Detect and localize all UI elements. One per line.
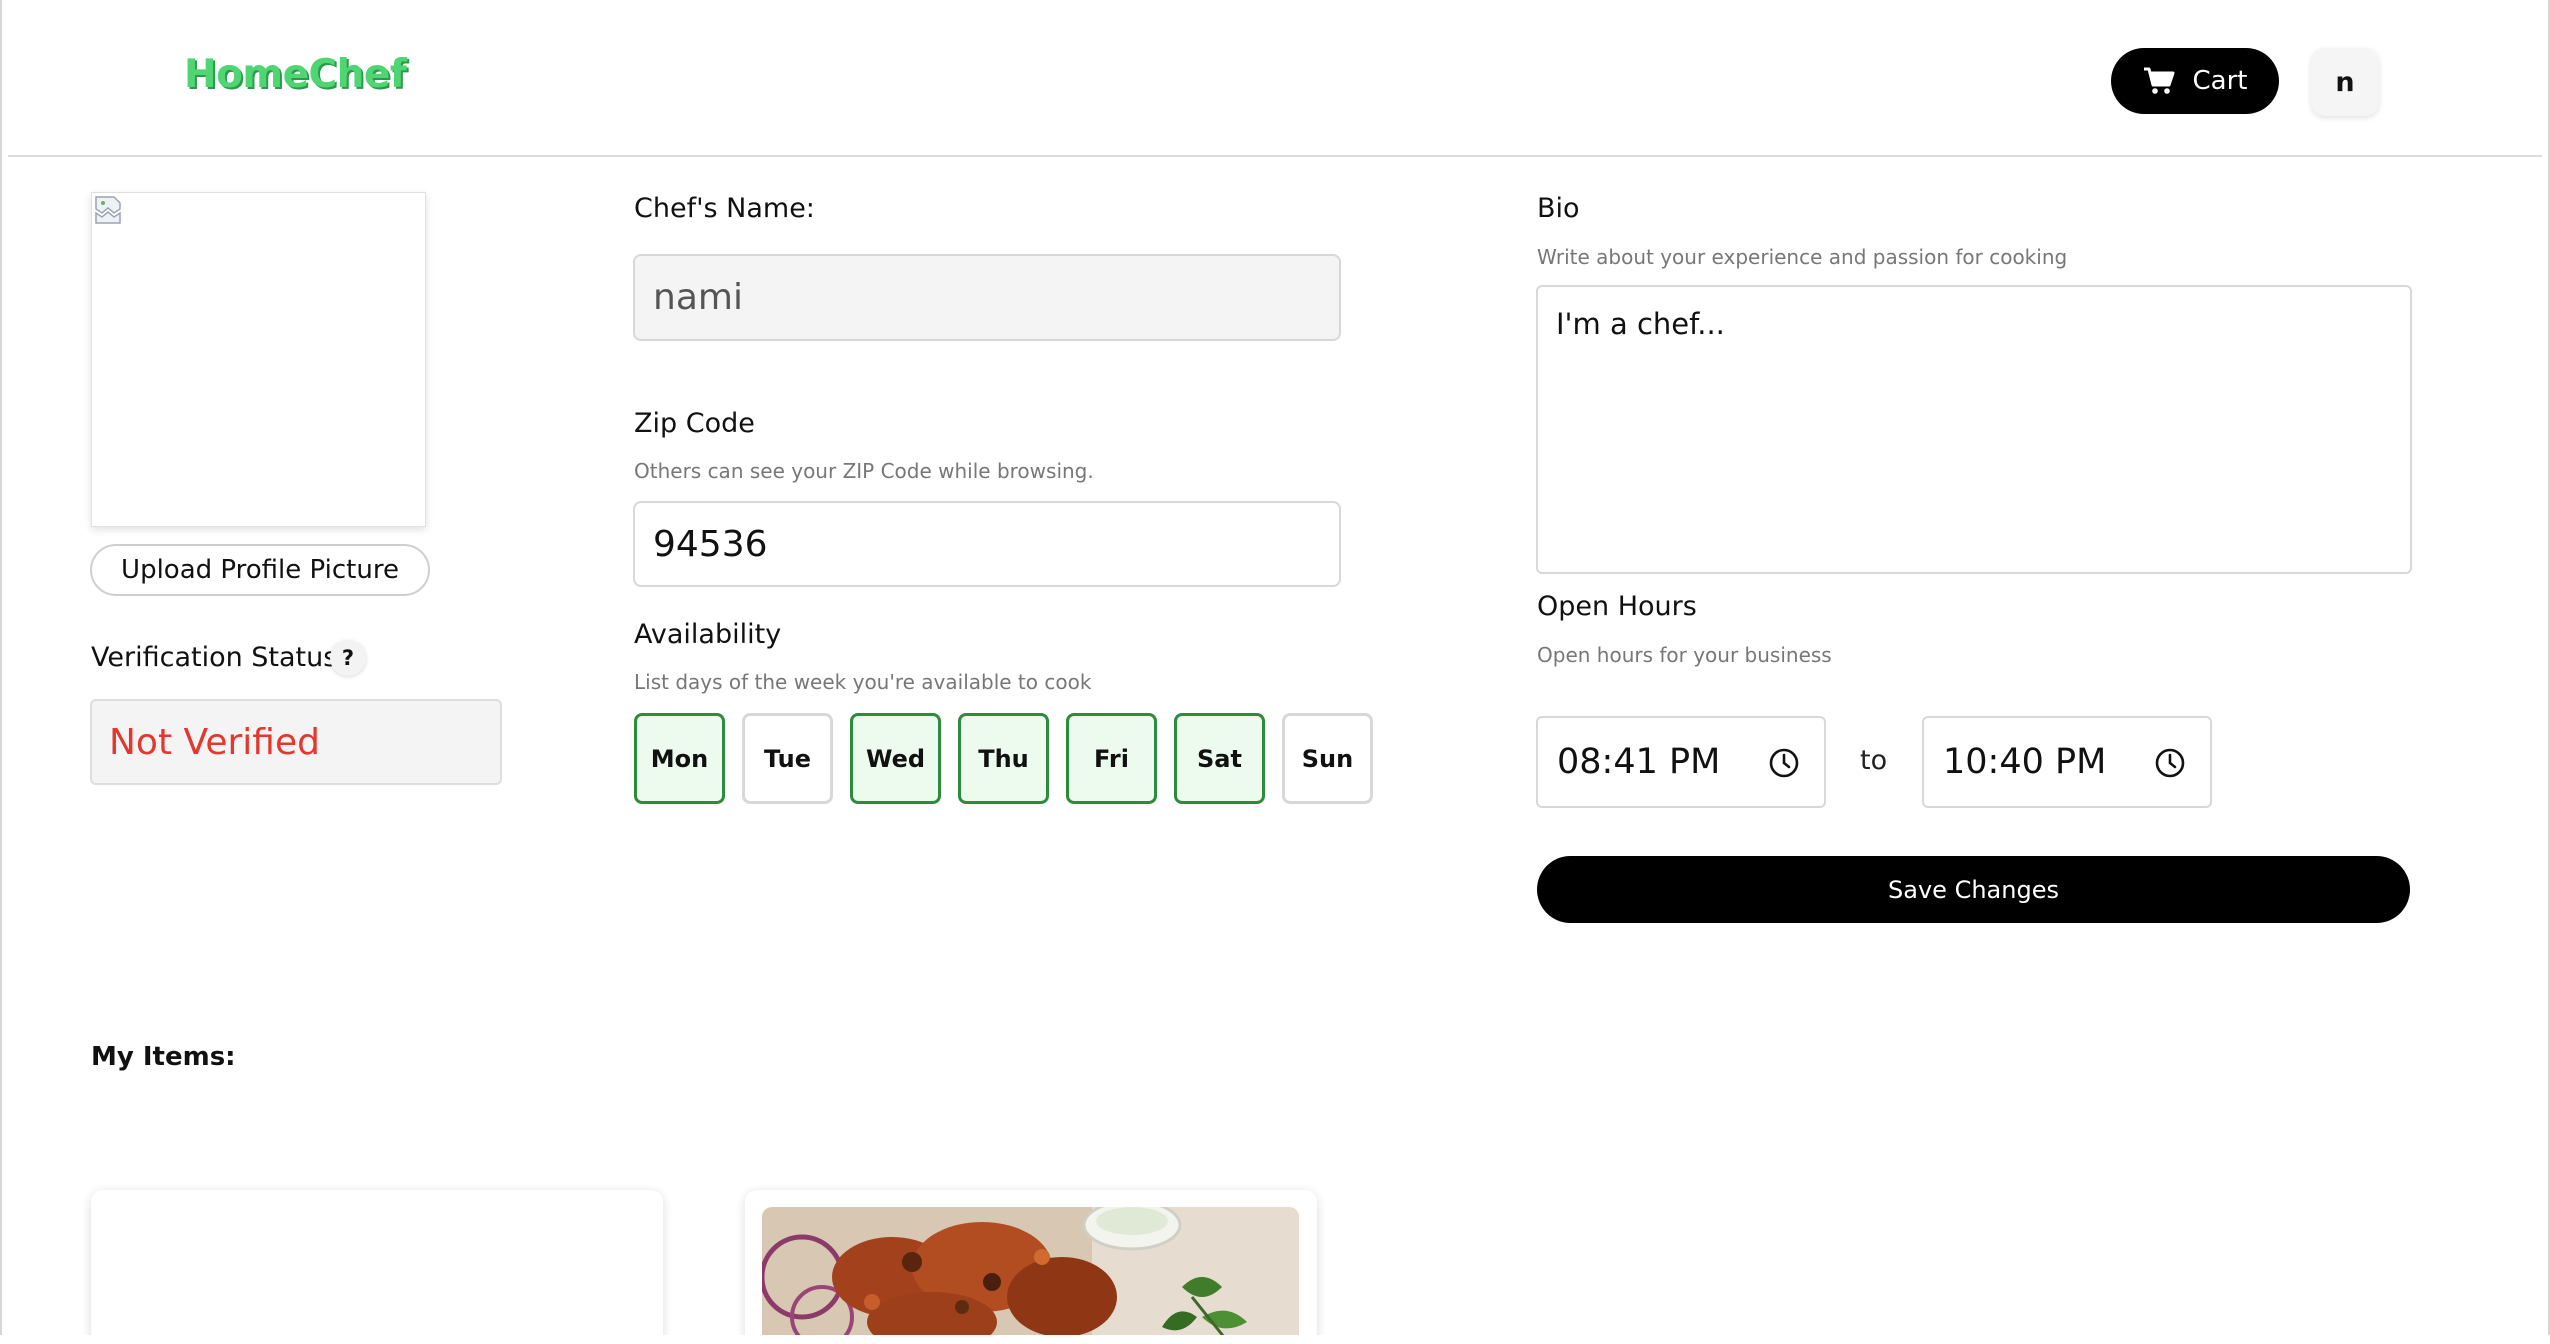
chef-name-label: Chef's Name: bbox=[634, 193, 815, 224]
availability-label: Availability bbox=[634, 619, 782, 650]
clock-icon[interactable] bbox=[1768, 747, 1800, 779]
viewport-bottom-edge bbox=[0, 1335, 2550, 1344]
food-image bbox=[762, 1207, 1299, 1344]
item-card[interactable] bbox=[745, 1190, 1317, 1344]
day-toggle-thu[interactable]: Thu bbox=[958, 713, 1049, 804]
close-time-input[interactable]: 10:40 PM bbox=[1922, 716, 2212, 808]
verification-status-label: Verification Status bbox=[91, 642, 338, 673]
day-toggle-fri[interactable]: Fri bbox=[1066, 713, 1157, 804]
day-toggle-sat[interactable]: Sat bbox=[1174, 713, 1265, 804]
zip-code-input[interactable]: 94536 bbox=[633, 501, 1341, 587]
bio-textarea[interactable]: I'm a chef... bbox=[1536, 285, 2412, 574]
upload-profile-picture-button[interactable]: Upload Profile Picture bbox=[90, 544, 430, 596]
day-toggle-mon[interactable]: Mon bbox=[634, 713, 725, 804]
top-navbar: HomeChef Cart n bbox=[8, 0, 2542, 157]
bio-label: Bio bbox=[1537, 193, 1580, 224]
availability-hint: List days of the week you're available t… bbox=[634, 670, 1092, 694]
availability-day-picker: Mon Tue Wed Thu Fri Sat Sun bbox=[634, 713, 1373, 804]
zip-code-hint: Others can see your ZIP Code while brows… bbox=[634, 459, 1094, 483]
zip-code-label: Zip Code bbox=[634, 408, 755, 439]
save-changes-button[interactable]: Save Changes bbox=[1537, 856, 2410, 923]
bio-hint: Write about your experience and passion … bbox=[1537, 245, 2068, 269]
cart-label: Cart bbox=[2192, 66, 2248, 96]
cart-button[interactable]: Cart bbox=[2111, 48, 2279, 114]
day-toggle-tue[interactable]: Tue bbox=[742, 713, 833, 804]
cart-icon bbox=[2143, 67, 2174, 94]
item-card[interactable] bbox=[91, 1190, 663, 1344]
item-photo bbox=[762, 1207, 1299, 1344]
homechef-logo[interactable]: HomeChef bbox=[184, 52, 407, 97]
user-avatar[interactable]: n bbox=[2311, 48, 2379, 116]
open-hours-hint: Open hours for your business bbox=[1537, 643, 1832, 667]
open-time-input[interactable]: 08:41 PM bbox=[1536, 716, 1826, 808]
day-toggle-sun[interactable]: Sun bbox=[1282, 713, 1373, 804]
close-time-value: 10:40 PM bbox=[1943, 742, 2107, 782]
verification-status-value: Not Verified bbox=[90, 699, 502, 785]
my-items-heading: My Items: bbox=[91, 1042, 236, 1072]
chef-name-field: nami bbox=[633, 254, 1341, 341]
clock-icon[interactable] bbox=[2154, 747, 2186, 779]
help-icon[interactable]: ? bbox=[330, 640, 366, 676]
day-toggle-wed[interactable]: Wed bbox=[850, 713, 941, 804]
open-hours-label: Open Hours bbox=[1537, 591, 1697, 622]
profile-picture bbox=[91, 192, 426, 527]
broken-image-icon bbox=[95, 196, 121, 224]
to-label: to bbox=[1860, 745, 1888, 776]
open-time-value: 08:41 PM bbox=[1557, 742, 1721, 782]
